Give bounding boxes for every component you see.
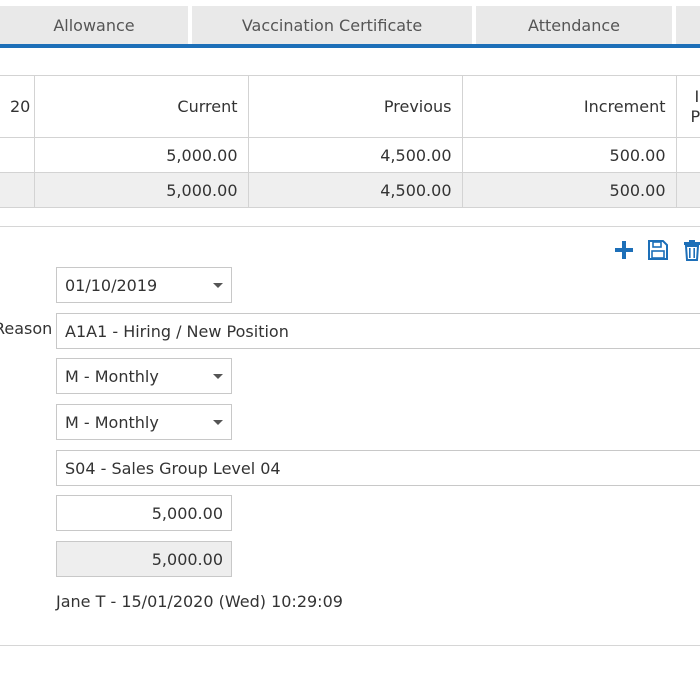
grid-cell-increment: 500.00 (461, 137, 677, 173)
grid-header-previous[interactable]: Previous (247, 75, 463, 138)
group-value: S04 - Sales Group Level 04 (65, 458, 281, 478)
table-row[interactable]: 5,000.00 4,500.00 500.00 (0, 172, 700, 208)
reason-field[interactable]: A1A1 - Hiring / New Position (56, 313, 700, 349)
grid-header-increment[interactable]: Increment (461, 75, 677, 138)
grid-header-current[interactable]: Current (33, 75, 249, 138)
footer-divider (0, 645, 700, 646)
section-divider (0, 226, 700, 227)
grid-cell-current: 5,000.00 (33, 172, 249, 208)
grid-header-col0[interactable]: 20 (0, 75, 35, 138)
tab-vaccination-certificate-label: Vaccination Certificate (241, 15, 423, 35)
audit-info: Jane T - 15/01/2020 (Wed) 10:29:09 (56, 592, 343, 611)
floppy-disk-icon[interactable] (646, 238, 670, 262)
amount-readonly-field: 5,000.00 (56, 541, 232, 577)
tab-attendance-label: Attendance (528, 15, 620, 35)
tab-allowance[interactable]: Allowance (0, 6, 190, 44)
tab-active-underline (0, 44, 700, 48)
table-row[interactable]: 5,000.00 4,500.00 500.00 (0, 137, 700, 173)
tab-more[interactable] (676, 6, 700, 44)
form-toolbar (612, 238, 700, 262)
chevron-down-icon (213, 283, 223, 288)
frequency-select-2[interactable]: M - Monthly (56, 404, 232, 440)
amount-value: 5,000.00 (151, 503, 223, 523)
frequency-value-1: M - Monthly (65, 366, 159, 386)
grid-cell-extra (675, 137, 700, 173)
effective-date-select[interactable]: 01/10/2019 (56, 267, 232, 303)
grid-header-truncated[interactable]: I Pe (675, 75, 700, 138)
group-field[interactable]: S04 - Sales Group Level 04 (56, 450, 700, 486)
reason-value: A1A1 - Hiring / New Position (65, 321, 289, 341)
grid-header-truncated-line1: I (694, 86, 700, 106)
chevron-down-icon (213, 374, 223, 379)
tab-allowance-label: Allowance (53, 15, 135, 35)
effective-date-value: 01/10/2019 (65, 275, 158, 295)
grid-cell-previous: 4,500.00 (247, 137, 463, 173)
tab-attendance[interactable]: Attendance (476, 6, 674, 44)
grid-cell-increment: 500.00 (461, 172, 677, 208)
salary-grid: 20 Current Previous Increment I Pe 5,000… (0, 75, 700, 208)
plus-icon[interactable] (612, 238, 636, 262)
trash-icon[interactable] (680, 238, 700, 262)
tab-vaccination-certificate[interactable]: Vaccination Certificate (192, 6, 474, 44)
frequency-value-2: M - Monthly (65, 412, 159, 432)
grid-cell-current: 5,000.00 (33, 137, 249, 173)
chevron-down-icon (213, 420, 223, 425)
grid-cell-extra (675, 172, 700, 208)
grid-cell-col0 (0, 172, 35, 208)
frequency-select-1[interactable]: M - Monthly (56, 358, 232, 394)
grid-cell-col0 (0, 137, 35, 173)
amount-input[interactable]: 5,000.00 (56, 495, 232, 531)
reason-label: Reason (0, 319, 53, 338)
amount-readonly-value: 5,000.00 (151, 549, 223, 569)
grid-cell-previous: 4,500.00 (247, 172, 463, 208)
grid-header-truncated-line2: Pe (690, 106, 700, 126)
tab-bar: Allowance Vaccination Certificate Attend… (0, 0, 700, 44)
